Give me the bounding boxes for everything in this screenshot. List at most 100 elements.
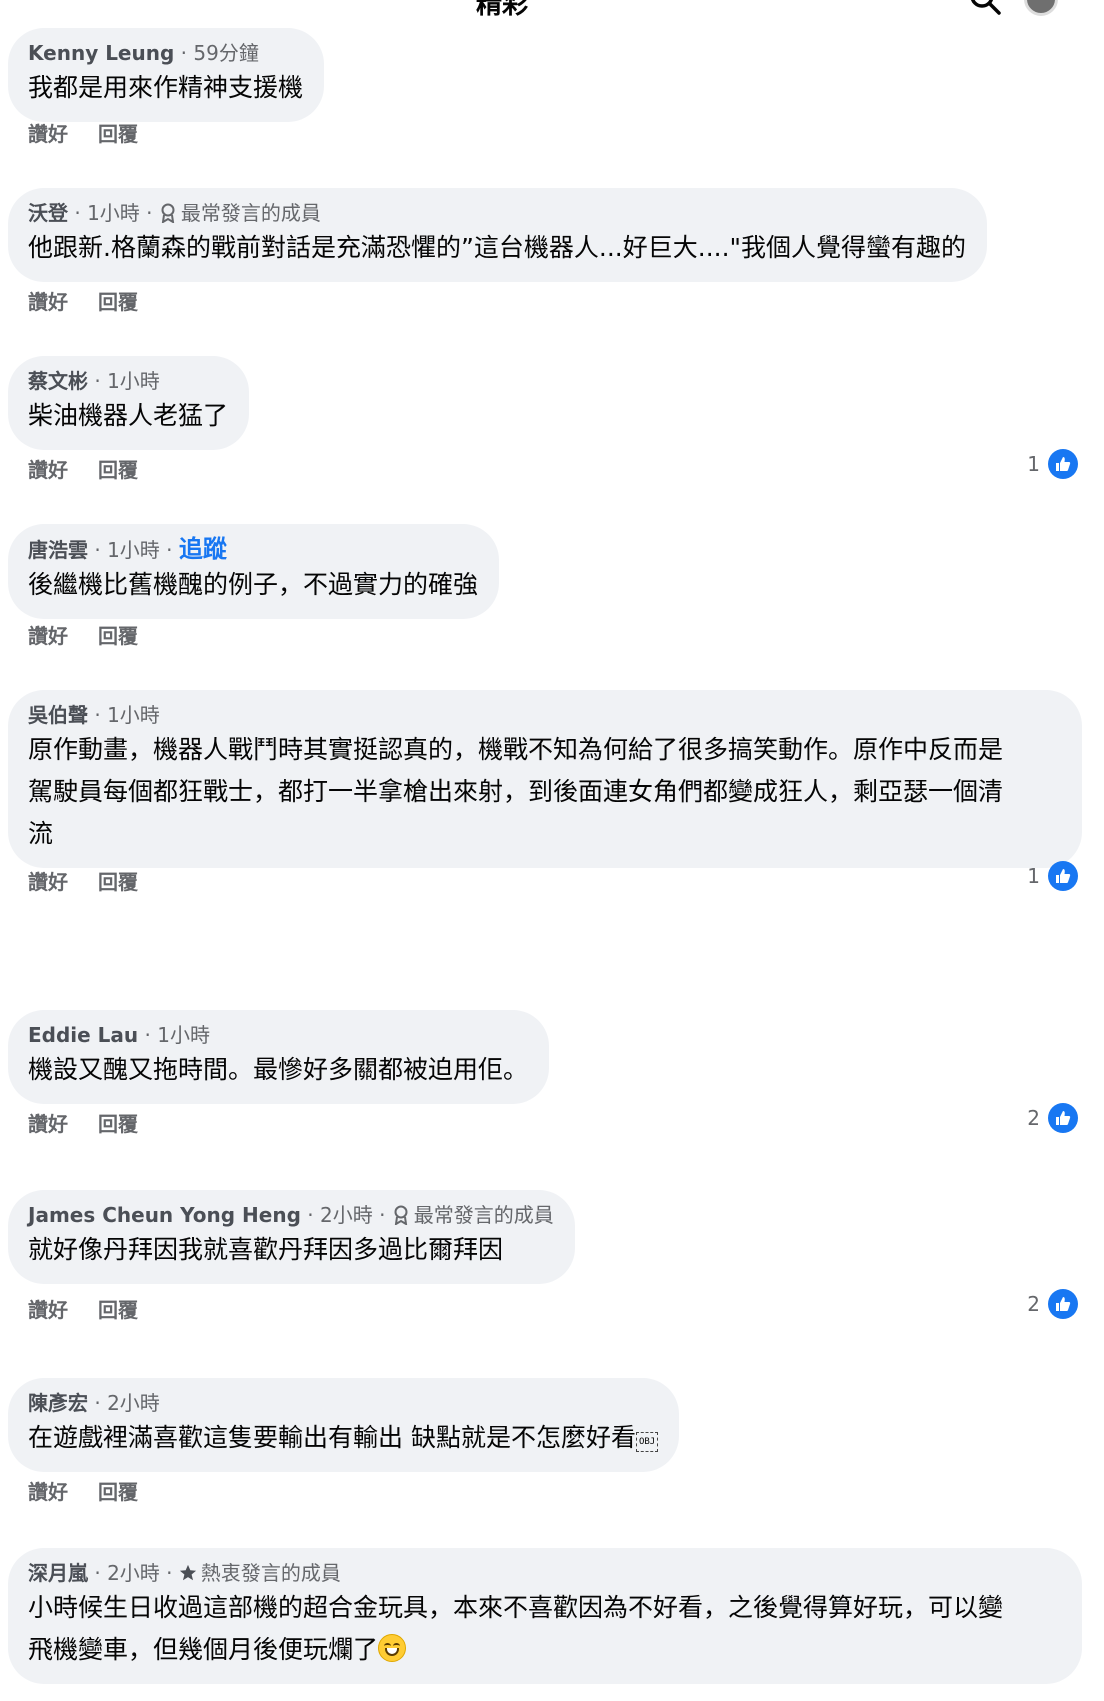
comment-bubble: Eddie Lau · 1小時 機設又醜又拖時間。最慘好多關都被迫用佢。 xyxy=(8,1010,550,1104)
comment-author[interactable]: 吳伯聲 xyxy=(28,703,88,727)
comment-author[interactable]: 陳彥宏 xyxy=(28,1391,88,1415)
comment-time[interactable]: 1小時 xyxy=(107,369,160,393)
comment-author[interactable]: Kenny Leung xyxy=(28,41,174,65)
comment-time[interactable]: 1小時 xyxy=(107,703,160,727)
comment-actions: 讚好 回覆 xyxy=(28,1476,168,1505)
comment-meta: 陳彥宏 · 2小時 xyxy=(28,1391,160,1415)
reply-button[interactable]: 回覆 xyxy=(98,458,138,482)
comment-text: 他跟新.格蘭森的戰前對話是充滿恐懼的”這台機器人...好巨大...."我個人覺得… xyxy=(28,233,967,262)
comment-meta: Eddie Lau · 1小時 xyxy=(28,1023,210,1047)
member-badge-icon xyxy=(161,203,175,223)
like-count: 1 xyxy=(1027,452,1040,476)
comment-bubble: James Cheun Yong Heng · 2小時 · 最常發言的成員 就好… xyxy=(8,1190,575,1284)
comments-page: 精彩 Kenny Leung · 59分鐘 我都是用來作精神支援機 讚好 回覆 沃… xyxy=(0,0,1104,1701)
comment: 沃登 · 1小時 · 最常發言的成員 他跟新.格蘭森的戰前對話是充滿恐懼的”這台… xyxy=(8,188,988,282)
comment-text: 我都是用來作精神支援機 xyxy=(28,73,304,102)
like-button[interactable]: 讚好 xyxy=(28,624,68,648)
comment-time[interactable]: 1小時 xyxy=(87,201,140,225)
comment-author[interactable]: 唐浩雲 xyxy=(28,538,88,562)
member-badge-icon xyxy=(394,1205,408,1225)
comment-text-body: 在遊戲裡滿喜歡這隻要輸出有輸出 缺點就是不怎麼好看 xyxy=(28,1423,636,1452)
member-badge: 最常發言的成員 xyxy=(413,1203,554,1227)
comment: 陳彥宏 · 2小時 在遊戲裡滿喜歡這隻要輸出有輸出 缺點就是不怎麼好看 OBJ xyxy=(8,1378,680,1472)
reply-button[interactable]: 回覆 xyxy=(98,870,138,894)
grinning-sweat-emoji-icon xyxy=(378,1634,407,1662)
comment-meta: 蔡文彬 · 1小時 xyxy=(28,369,160,393)
reaction-count[interactable]: 2 xyxy=(1027,1289,1078,1319)
reaction-count[interactable]: 1 xyxy=(1027,449,1078,479)
comment-text: 後繼機比舊機醜的例子，不過實力的確強 xyxy=(28,570,479,599)
comment-text: 柴油機器人老猛了 xyxy=(28,401,229,430)
comment: Kenny Leung · 59分鐘 我都是用來作精神支援機 xyxy=(8,28,325,122)
thumbs-up-icon xyxy=(1048,1103,1078,1133)
reply-button[interactable]: 回覆 xyxy=(98,1480,138,1504)
like-button[interactable]: 讚好 xyxy=(28,1480,68,1504)
star-badge-icon xyxy=(179,1564,196,1581)
like-button[interactable]: 讚好 xyxy=(28,122,68,146)
reply-button[interactable]: 回覆 xyxy=(98,290,138,314)
comment-bubble: 深月嵐 · 2小時 · 熱衷發言的成員 小時候生日收過這部機的超合金玩具，本來不… xyxy=(8,1548,1082,1684)
comment-author[interactable]: 深月嵐 xyxy=(28,1561,88,1585)
comment-actions: 讚好 回覆 xyxy=(28,286,168,315)
like-button[interactable]: 讚好 xyxy=(28,1112,68,1136)
comment: Eddie Lau · 1小時 機設又醜又拖時間。最慘好多關都被迫用佢。 xyxy=(8,1010,550,1104)
reaction-count[interactable]: 2 xyxy=(1027,1103,1078,1133)
comment-meta: Kenny Leung · 59分鐘 xyxy=(28,41,259,65)
comment-bubble: 蔡文彬 · 1小時 柴油機器人老猛了 xyxy=(8,356,250,450)
comment-time[interactable]: 1小時 xyxy=(157,1023,210,1047)
comment-time[interactable]: 59分鐘 xyxy=(193,41,258,65)
comment: 吳伯聲 · 1小時 原作動畫，機器人戰鬥時其實挺認真的，機戰不知為何給了很多搞笑… xyxy=(8,690,1082,868)
like-button[interactable]: 讚好 xyxy=(28,458,68,482)
comment-time[interactable]: 2小時 xyxy=(107,1561,160,1585)
like-count: 2 xyxy=(1027,1292,1040,1316)
thumbs-up-icon xyxy=(1048,449,1078,479)
comment-text: 機設又醜又拖時間。最慘好多關都被迫用佢。 xyxy=(28,1055,529,1084)
comment-actions: 讚好 回覆 xyxy=(28,620,168,649)
like-count: 1 xyxy=(1027,864,1040,888)
comment-text: 在遊戲裡滿喜歡這隻要輸出有輸出 缺點就是不怎麼好看 OBJ xyxy=(28,1417,659,1459)
avatar[interactable] xyxy=(1024,0,1058,16)
comment-time[interactable]: 2小時 xyxy=(320,1203,373,1227)
comment-time[interactable]: 1小時 xyxy=(107,538,160,562)
comment-actions: 讚好 回覆 xyxy=(28,866,168,895)
reaction-count[interactable]: 1 xyxy=(1027,861,1078,891)
comment-text-body: 小時候生日收過這部機的超合金玩具，本來不喜歡因為不好看，之後覺得算好玩，可以變 … xyxy=(28,1593,1004,1664)
comment-actions: 讚好 回覆 xyxy=(28,118,168,147)
comment: 深月嵐 · 2小時 · 熱衷發言的成員 小時候生日收過這部機的超合金玩具，本來不… xyxy=(8,1548,1082,1684)
like-button[interactable]: 讚好 xyxy=(28,1298,68,1322)
reply-button[interactable]: 回覆 xyxy=(98,624,138,648)
thumbs-up-icon xyxy=(1048,861,1078,891)
object-placeholder: OBJ xyxy=(635,1432,659,1452)
like-button[interactable]: 讚好 xyxy=(28,870,68,894)
comment-actions: 讚好 回覆 xyxy=(28,1294,168,1323)
comment-text: 就好像丹拜因我就喜歡丹拜因多過比爾拜因 xyxy=(28,1235,504,1264)
thumbs-up-icon xyxy=(1048,1289,1078,1319)
comment-actions: 讚好 回覆 xyxy=(28,1108,168,1137)
comment-time[interactable]: 2小時 xyxy=(107,1391,160,1415)
comment-bubble: 唐浩雲 · 1小時 · 追蹤 後繼機比舊機醜的例子，不過實力的確強 xyxy=(8,524,500,619)
reply-button[interactable]: 回覆 xyxy=(98,122,138,146)
comment: 唐浩雲 · 1小時 · 追蹤 後繼機比舊機醜的例子，不過實力的確強 xyxy=(8,524,500,619)
comment-meta: 深月嵐 · 2小時 · 熱衷發言的成員 xyxy=(28,1561,341,1585)
comment-text: 小時候生日收過這部機的超合金玩具，本來不喜歡因為不好看，之後覺得算好玩，可以變 … xyxy=(28,1587,1061,1671)
reply-button[interactable]: 回覆 xyxy=(98,1112,138,1136)
reply-button[interactable]: 回覆 xyxy=(98,1298,138,1322)
like-count: 2 xyxy=(1027,1106,1040,1130)
comment-meta: 沃登 · 1小時 · 最常發言的成員 xyxy=(28,201,321,225)
comment-bubble: 陳彥宏 · 2小時 在遊戲裡滿喜歡這隻要輸出有輸出 缺點就是不怎麼好看 OBJ xyxy=(8,1378,680,1472)
comment-author[interactable]: James Cheun Yong Heng xyxy=(28,1203,301,1227)
follow-button[interactable]: 追蹤 xyxy=(179,535,227,563)
member-badge: 熱衷發言的成員 xyxy=(200,1561,341,1585)
like-button[interactable]: 讚好 xyxy=(28,290,68,314)
comment-bubble: Kenny Leung · 59分鐘 我都是用來作精神支援機 xyxy=(8,28,325,122)
comment-bubble: 沃登 · 1小時 · 最常發言的成員 他跟新.格蘭森的戰前對話是充滿恐懼的”這台… xyxy=(8,188,988,282)
comment-author[interactable]: 蔡文彬 xyxy=(28,369,88,393)
page-title: 精彩 xyxy=(476,0,529,20)
comment-meta: 唐浩雲 · 1小時 · 追蹤 xyxy=(28,535,227,563)
comment-text: 原作動畫，機器人戰鬥時其實挺認真的，機戰不知為何給了很多搞笑動作。原作中反而是 … xyxy=(28,735,1004,848)
comment-author[interactable]: 沃登 xyxy=(28,201,68,225)
comment: 蔡文彬 · 1小時 柴油機器人老猛了 xyxy=(8,356,250,450)
comment-meta: James Cheun Yong Heng · 2小時 · 最常發言的成員 xyxy=(28,1203,554,1227)
search-icon[interactable] xyxy=(968,0,1002,16)
comment-author[interactable]: Eddie Lau xyxy=(28,1023,138,1047)
